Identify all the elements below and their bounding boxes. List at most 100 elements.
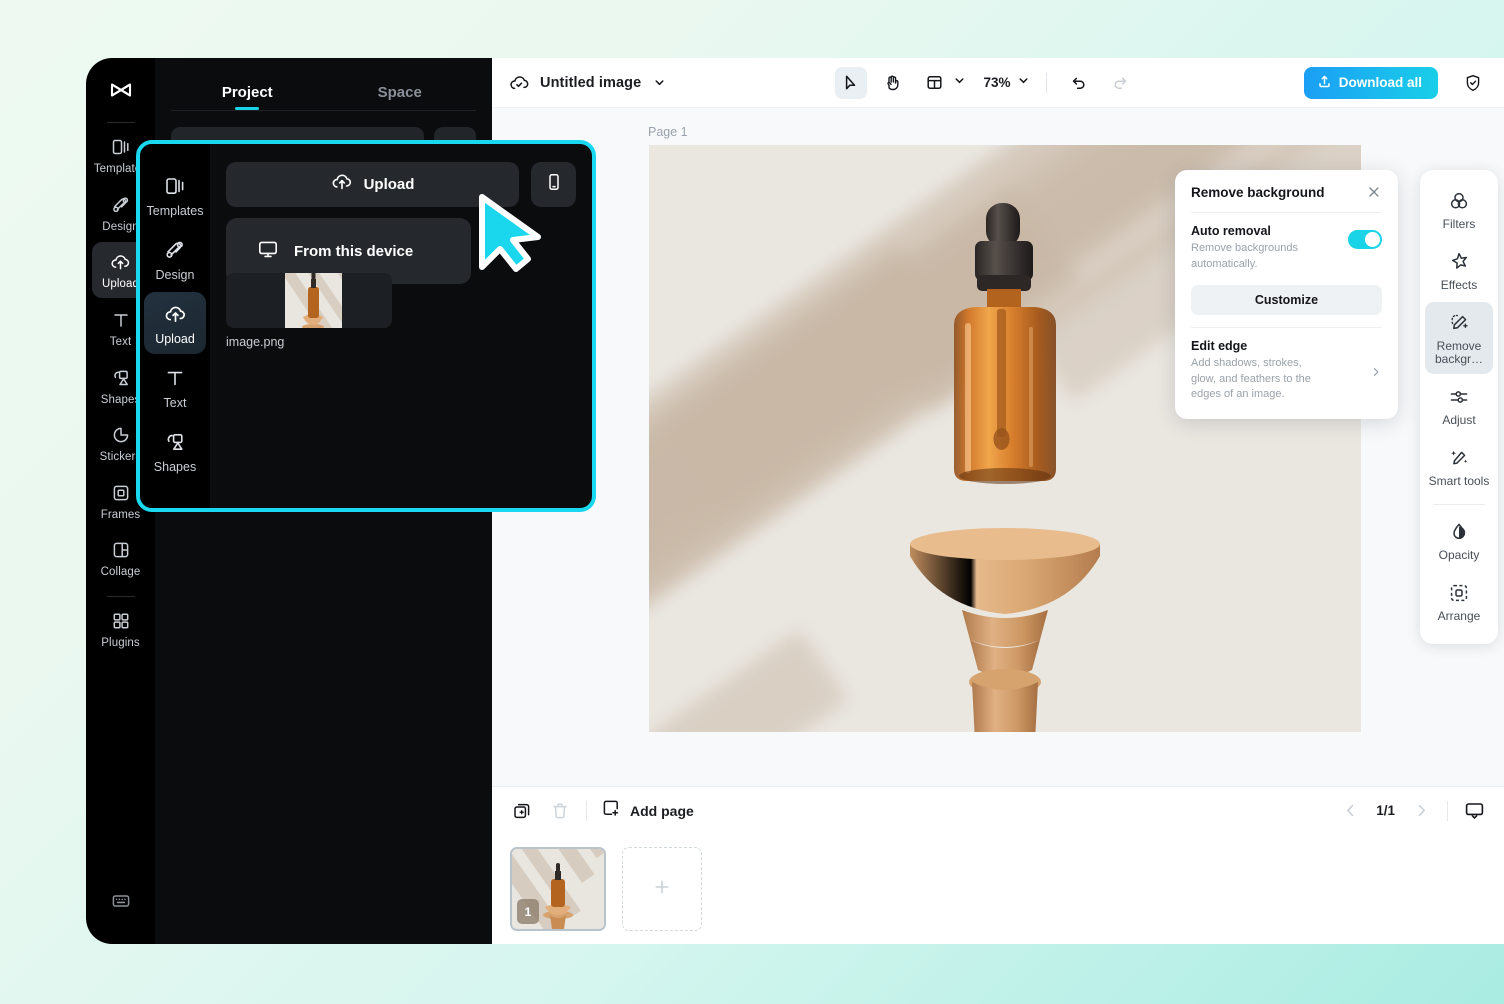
thumbnail-badge: 1 <box>517 899 539 924</box>
callout-item-shapes[interactable]: Shapes <box>144 420 206 482</box>
callout-item-label: Design <box>156 268 195 282</box>
design-icon <box>163 238 187 262</box>
add-page-icon <box>601 798 621 823</box>
chevron-right-icon <box>1370 365 1382 377</box>
callout-item-text[interactable]: Text <box>144 356 206 418</box>
cloud-saved-icon <box>508 72 530 94</box>
rail-divider-top <box>107 122 135 123</box>
remove-background-popover: Remove background Auto removal Remove ba… <box>1175 170 1398 419</box>
callout-item-label: Text <box>164 396 187 410</box>
customize-button[interactable]: Customize <box>1191 285 1382 315</box>
effects-star-icon <box>1447 250 1471 274</box>
tool-panel-divider <box>1433 504 1485 505</box>
keyboard-shortcuts-button[interactable] <box>92 880 150 920</box>
upload-cloud-icon <box>163 302 187 326</box>
callout-item-upload[interactable]: Upload <box>144 292 206 354</box>
canvas-area[interactable]: Page 1 <box>492 108 1504 786</box>
upload-cloud-icon <box>331 171 353 198</box>
sidebar-item-collage[interactable]: Collage <box>92 530 150 586</box>
document-title[interactable]: Untitled image <box>540 75 641 91</box>
from-this-device-label: From this device <box>294 243 413 260</box>
asset-thumbnail[interactable] <box>226 273 392 328</box>
chevron-down-icon[interactable] <box>651 75 667 91</box>
undo-button[interactable] <box>1063 67 1095 99</box>
right-tool-panel: Filters Effects <box>1420 170 1498 644</box>
callout-item-label: Templates <box>147 204 204 218</box>
trash-icon[interactable] <box>548 799 572 823</box>
shield-check-button[interactable] <box>1458 68 1488 98</box>
shapes-icon <box>110 367 132 389</box>
pager-divider <box>1447 801 1448 821</box>
sidebar-item-label: Plugins <box>101 637 139 650</box>
pointer-cursor <box>476 193 548 294</box>
tool-smart-tools[interactable]: Smart tools <box>1425 437 1493 496</box>
chevron-down-icon <box>1017 74 1030 92</box>
zoom-control[interactable]: 73% <box>984 74 1030 92</box>
add-thumbnail-button[interactable] <box>622 847 702 931</box>
plugins-icon <box>110 610 132 632</box>
auto-removal-row: Auto removal Remove backgrounds automati… <box>1191 224 1382 272</box>
add-page-button[interactable]: Add page <box>601 798 694 823</box>
adjust-sliders-icon <box>1447 385 1471 409</box>
tool-effects[interactable]: Effects <box>1425 241 1493 300</box>
callout-sidebar: Templates Design Upload <box>140 144 210 508</box>
page-thumbnail[interactable]: 1 <box>510 847 606 931</box>
tool-adjust[interactable]: Adjust <box>1425 376 1493 435</box>
sidebar-item-label: Shapes <box>101 394 141 407</box>
top-toolbar: Untitled image <box>492 58 1504 108</box>
sidebar-item-label: Design <box>102 221 138 234</box>
tab-project[interactable]: Project <box>171 84 324 110</box>
chevron-right-icon[interactable] <box>1409 799 1433 823</box>
tool-label: Remove backgr… <box>1425 340 1493 368</box>
present-screen-icon[interactable] <box>1462 799 1486 823</box>
popover-divider-1 <box>1191 212 1382 213</box>
chevron-left-icon[interactable] <box>1338 799 1362 823</box>
layout-grid-icon <box>919 67 951 99</box>
wooden-pedestal <box>900 522 1110 732</box>
templates-icon <box>163 174 187 198</box>
filters-icon <box>1447 189 1471 213</box>
page-indicator: 1/1 <box>1376 803 1395 818</box>
chevron-down-icon <box>953 74 966 92</box>
collage-icon <box>110 539 132 561</box>
plus-icon <box>652 877 672 902</box>
duplicate-page-icon[interactable] <box>510 799 534 823</box>
layout-button[interactable] <box>919 67 966 99</box>
tool-arrange[interactable]: Arrange <box>1425 572 1493 631</box>
amber-dropper-bottle <box>925 197 1085 527</box>
redo-button[interactable] <box>1105 67 1137 99</box>
shield-check-icon <box>1463 73 1483 93</box>
keyboard-shortcuts-icon <box>109 889 133 913</box>
stickers-icon <box>110 424 132 446</box>
tool-filters[interactable]: Filters <box>1425 180 1493 239</box>
tool-label: Smart tools <box>1429 475 1490 489</box>
download-all-button[interactable]: Download all <box>1304 67 1438 99</box>
tool-remove-background[interactable]: Remove backgr… <box>1425 302 1493 375</box>
design-icon <box>110 194 132 216</box>
tab-space[interactable]: Space <box>324 84 477 110</box>
auto-removal-toggle[interactable] <box>1348 230 1382 249</box>
tool-opacity[interactable]: Opacity <box>1425 511 1493 570</box>
close-icon[interactable] <box>1366 184 1382 200</box>
callout-item-design[interactable]: Design <box>144 228 206 290</box>
capcut-logo-icon[interactable] <box>101 70 141 110</box>
sidebar-item-plugins[interactable]: Plugins <box>92 601 150 657</box>
cursor-arrow-icon <box>841 73 860 92</box>
tool-label: Adjust <box>1442 414 1475 428</box>
edit-edge-row[interactable]: Edit edge Add shadows, strokes, glow, an… <box>1191 339 1382 403</box>
edit-edge-title: Edit edge <box>1191 339 1313 353</box>
hand-tool-button[interactable] <box>877 67 909 99</box>
callout-item-templates[interactable]: Templates <box>144 164 206 226</box>
select-tool-button[interactable] <box>835 67 867 99</box>
upload-cloud-icon <box>110 251 132 273</box>
sidebar-item-label: Collage <box>101 566 141 579</box>
callout-item-label: Shapes <box>154 460 196 474</box>
popover-title: Remove background <box>1191 185 1325 200</box>
popover-header: Remove background <box>1191 184 1382 200</box>
auto-removal-title: Auto removal <box>1191 224 1313 238</box>
asset-filename: image.png <box>226 335 392 349</box>
upload-button-label: Upload <box>364 176 415 193</box>
shapes-icon <box>163 430 187 454</box>
monitor-icon <box>257 238 279 265</box>
tool-label: Arrange <box>1438 610 1481 624</box>
